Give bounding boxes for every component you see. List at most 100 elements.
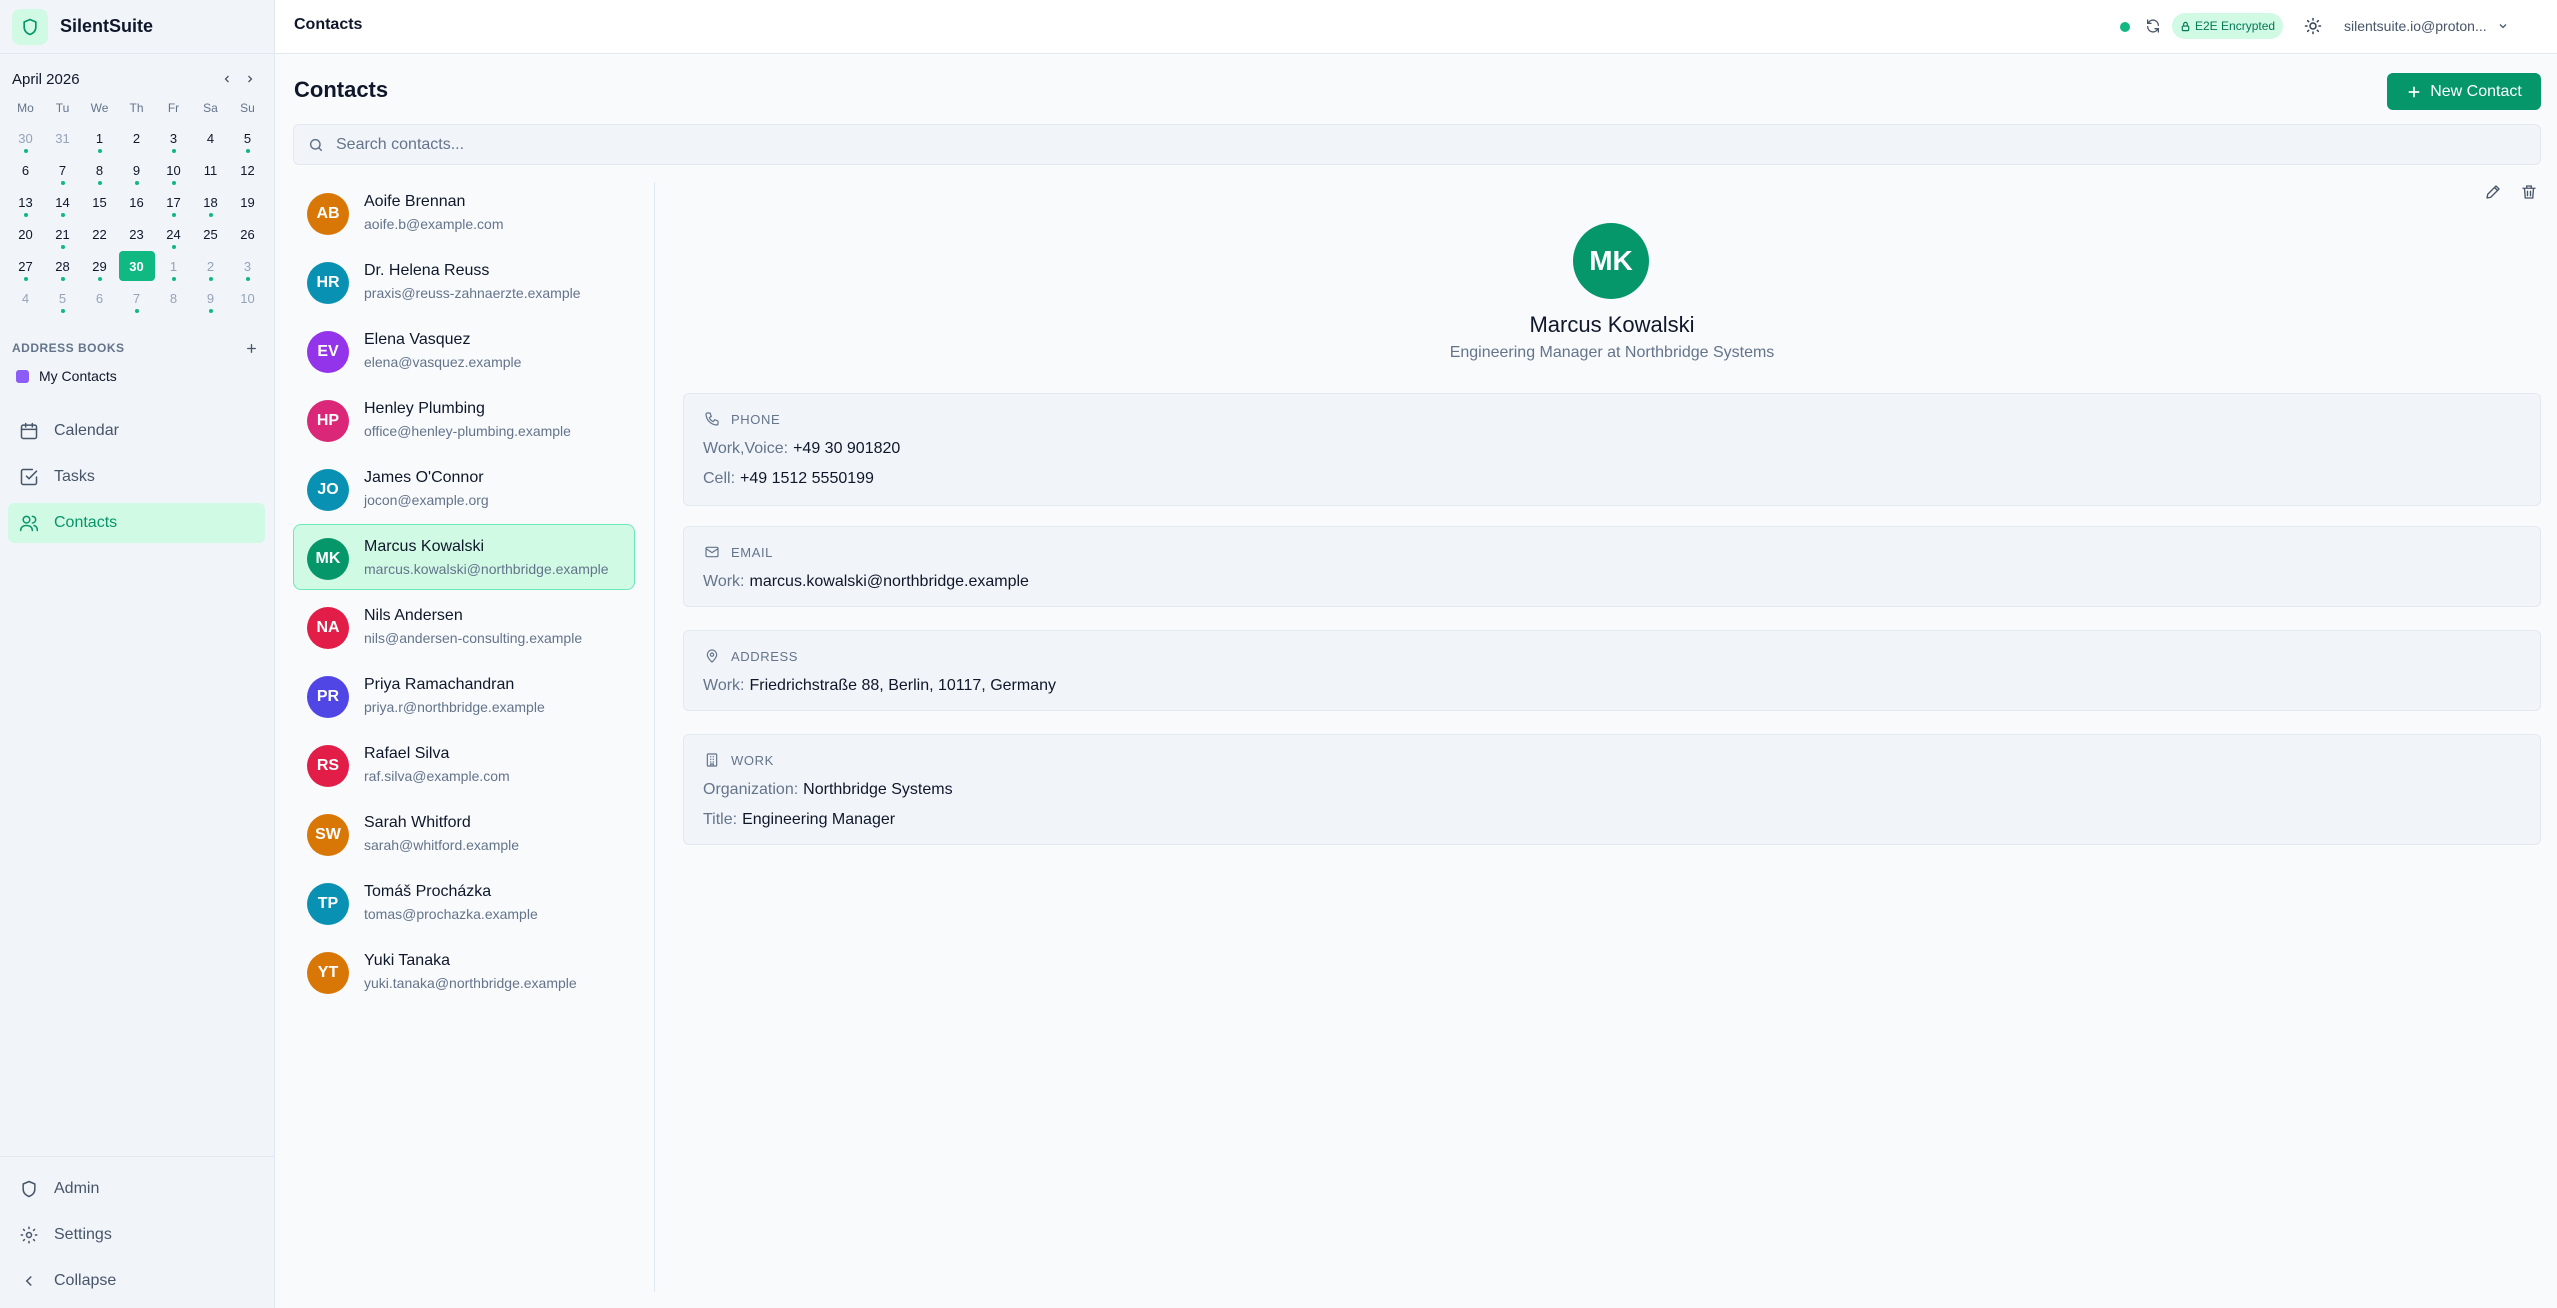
card-title: EMAIL (731, 544, 774, 560)
nav-contacts[interactable]: Contacts (8, 503, 265, 543)
calendar-day[interactable]: 16 (118, 186, 155, 218)
calendar-icon (18, 420, 40, 442)
calendar-day[interactable]: 4 (7, 282, 44, 314)
contact-list-item[interactable]: RS Rafael Silva raf.silva@example.com (293, 731, 635, 797)
weekday-label: Fr (167, 101, 180, 115)
calendar-day[interactable]: 19 (229, 186, 266, 218)
calendar-day[interactable]: 15 (81, 186, 118, 218)
calendar-day[interactable]: 12 (229, 154, 266, 186)
contact-list-item[interactable]: AB Aoife Brennan aoife.b@example.com (293, 179, 635, 245)
calendar-day[interactable]: 26 (229, 218, 266, 250)
calendar-day[interactable]: 9 (192, 282, 229, 314)
event-dot (60, 245, 65, 249)
calendar-day[interactable]: 8 (155, 282, 192, 314)
calendar-day[interactable]: 7 (44, 154, 81, 186)
field-value[interactable]: +49 30 901820 (793, 440, 900, 458)
nav-settings[interactable]: Settings (8, 1215, 267, 1255)
field-value[interactable]: marcus.kowalski@northbridge.example (749, 573, 1028, 591)
search-input[interactable] (336, 135, 2336, 154)
field-row: Cell: +49 1512 5550199 (703, 464, 2521, 494)
bottom-nav: Admin Settings Collapse (0, 1156, 275, 1307)
calendar-day[interactable]: 24 (155, 218, 192, 250)
calendar-day[interactable]: 9 (118, 154, 155, 186)
account-menu[interactable]: silentsuite.io@proton... (2344, 14, 2509, 38)
calendar-day[interactable]: 28 (44, 250, 81, 282)
contact-list-item[interactable]: PR Priya Ramachandran priya.r@northbridge.… (293, 662, 635, 728)
contact-list-item[interactable]: NA Nils Andersen nils@andersen-consulting.… (293, 593, 635, 659)
nav-admin[interactable]: Admin (8, 1169, 267, 1209)
field-value[interactable]: Engineering Manager (742, 811, 895, 829)
calendar-day[interactable]: 17 (155, 186, 192, 218)
calendar-day[interactable]: 21 (44, 218, 81, 250)
field-value[interactable]: Northbridge Systems (803, 781, 952, 799)
calendar-day[interactable]: 1 (81, 122, 118, 154)
brand[interactable]: SilentSuite (0, 0, 275, 54)
calendar-day[interactable]: 29 (81, 250, 118, 282)
calendar-day[interactable]: 7 (118, 282, 155, 314)
calendar-day[interactable]: 5 (229, 122, 266, 154)
contact-list-item[interactable]: TP Tomáš Procházka tomas@prochazka.example (293, 869, 635, 935)
nav-calendar[interactable]: Calendar (8, 411, 265, 451)
calendar-day-today[interactable]: 30 (118, 250, 155, 282)
contact-list-item[interactable]: YT Yuki Tanaka yuki.tanaka@northbridge.exa… (293, 938, 635, 1004)
contact-email: tomas@prochazka.example (364, 906, 538, 922)
calendar-day[interactable]: 10 (155, 154, 192, 186)
calendar-day[interactable]: 8 (81, 154, 118, 186)
day-number: 2 (132, 130, 141, 146)
calendar-day[interactable]: 5 (44, 282, 81, 314)
add-address-book-icon[interactable] (241, 338, 261, 358)
calendar-day[interactable]: 4 (192, 122, 229, 154)
contact-list-item[interactable]: HP Henley Plumbing office@henley-plumbing.… (293, 386, 635, 452)
main-nav: Calendar Tasks Contacts (8, 411, 265, 549)
calendar-day[interactable]: 31 (44, 122, 81, 154)
field-value[interactable]: +49 1512 5550199 (740, 470, 874, 488)
calendar-day[interactable]: 27 (7, 250, 44, 282)
contact-list-item[interactable]: SW Sarah Whitford sarah@whitford.example (293, 800, 635, 866)
new-contact-button[interactable]: New Contact (2387, 73, 2541, 110)
contact-email: priya.r@northbridge.example (364, 699, 545, 715)
calendar-day[interactable]: 22 (81, 218, 118, 250)
event-dot (23, 277, 28, 281)
email-card: EMAIL Work: marcus.kowalski@northbridge.e… (683, 526, 2541, 607)
calendar-day[interactable]: 11 (192, 154, 229, 186)
calendar-day[interactable]: 13 (7, 186, 44, 218)
calendar-day[interactable]: 14 (44, 186, 81, 218)
calendar-day[interactable]: 25 (192, 218, 229, 250)
event-dot (245, 149, 250, 153)
edit-icon[interactable] (2481, 180, 2505, 204)
calendar-day[interactable]: 18 (192, 186, 229, 218)
calendar-day[interactable]: 6 (81, 282, 118, 314)
event-dot (60, 213, 65, 217)
contact-list-item[interactable]: EV Elena Vasquez elena@vasquez.example (293, 317, 635, 383)
field-value[interactable]: Friedrichstraße 88, Berlin, 10117, Germa… (749, 677, 1056, 695)
contact-list-item[interactable]: MK Marcus Kowalski marcus.kowalski@northbr… (293, 524, 635, 590)
sun-icon[interactable] (2301, 14, 2325, 38)
event-dot (97, 181, 102, 185)
lock-icon (2180, 21, 2191, 32)
calendar-day[interactable]: 10 (229, 282, 266, 314)
contact-list-item[interactable]: JO James O'Connor jocon@example.org (293, 455, 635, 521)
calendar-day[interactable]: 2 (192, 250, 229, 282)
trash-icon[interactable] (2517, 180, 2541, 204)
calendar-day[interactable]: 3 (155, 122, 192, 154)
chevron-right-icon[interactable] (240, 69, 260, 89)
gear-icon (18, 1224, 40, 1246)
e2e-badge: E2E Encrypted (2172, 13, 2284, 39)
phone-icon (703, 410, 721, 428)
calendar-day[interactable]: 1 (155, 250, 192, 282)
calendar-day[interactable]: 2 (118, 122, 155, 154)
calendar-day[interactable]: 30 (7, 122, 44, 154)
calendar-day[interactable]: 6 (7, 154, 44, 186)
address-book-item[interactable]: My Contacts (0, 364, 275, 388)
nav-collapse[interactable]: Collapse (8, 1261, 267, 1301)
avatar: TP (307, 883, 349, 925)
calendar-day[interactable]: 20 (7, 218, 44, 250)
chevron-left-icon[interactable] (217, 69, 237, 89)
calendar-day[interactable]: 3 (229, 250, 266, 282)
nav-label: Contacts (54, 514, 118, 531)
sync-icon[interactable] (2142, 15, 2164, 37)
nav-tasks[interactable]: Tasks (8, 457, 265, 497)
day-number: 6 (95, 290, 104, 306)
contact-list-item[interactable]: HR Dr. Helena Reuss praxis@reuss-zahnaerzt… (293, 248, 635, 314)
calendar-day[interactable]: 23 (118, 218, 155, 250)
